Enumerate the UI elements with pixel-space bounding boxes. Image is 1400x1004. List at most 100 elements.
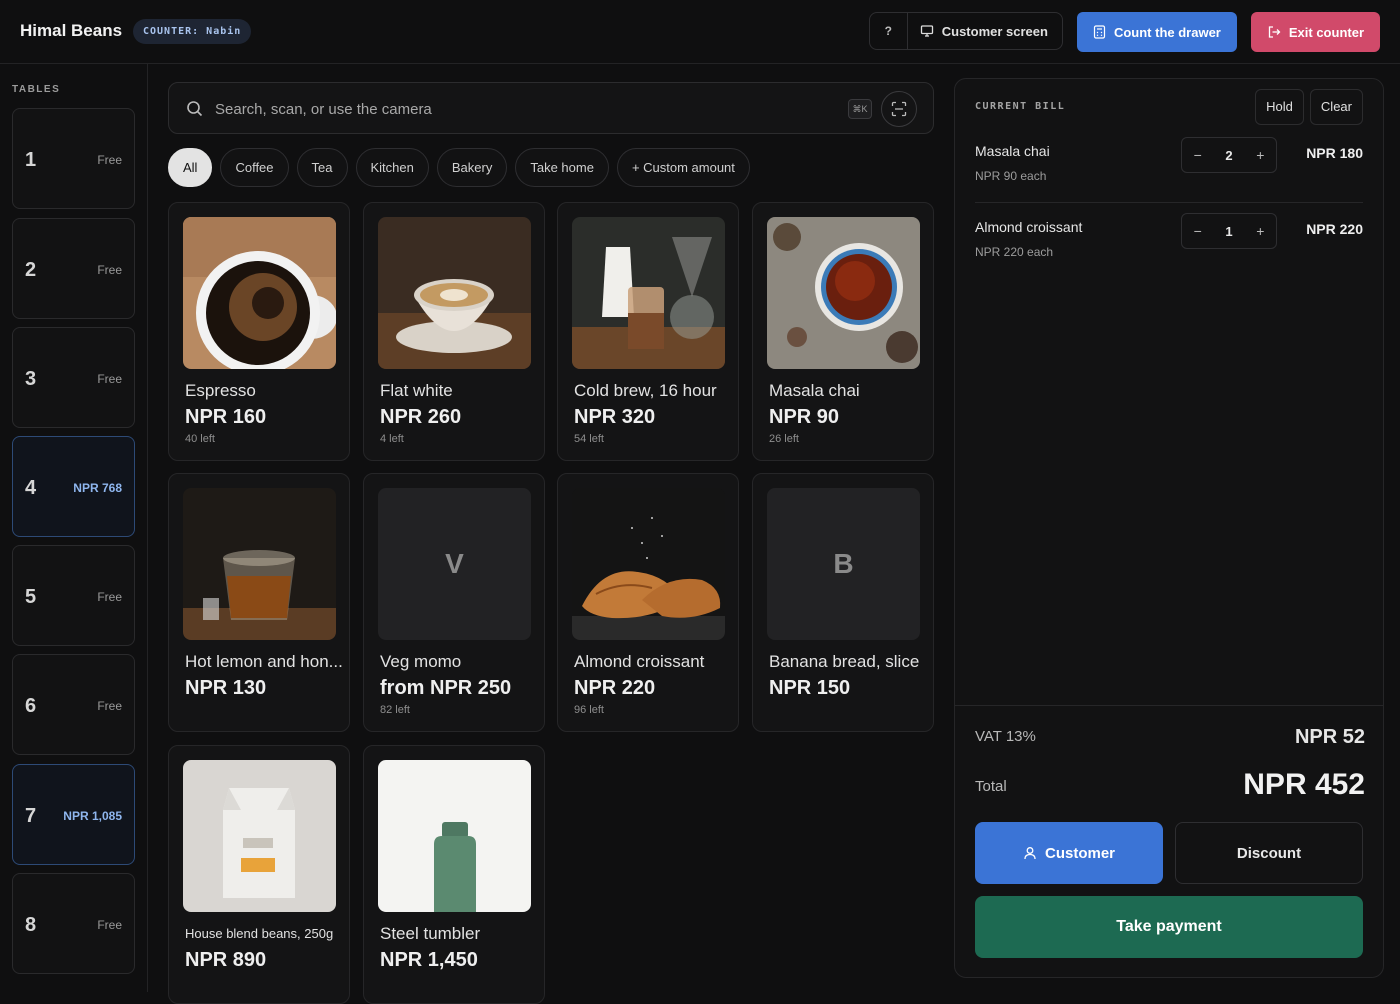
table-number: 5 xyxy=(25,586,37,608)
table-status: Free xyxy=(97,699,122,713)
product-price: NPR 90 xyxy=(769,406,840,428)
catalog-area: ⌘K All Coffee Tea Kitchen Bakery Take ho… xyxy=(168,82,934,1004)
search-icon xyxy=(187,101,203,117)
product-card-banana-bread[interactable]: B Banana bread, slice NPR 150 xyxy=(752,473,934,732)
product-card-masala-chai[interactable]: Masala chai NPR 90 26 left xyxy=(752,202,934,461)
product-placeholder: V xyxy=(378,488,531,640)
product-stock: 4 left xyxy=(380,433,404,445)
top-actions: ? Customer screen Count the drawer Exit … xyxy=(868,12,1380,52)
counter-badge: COUNTER: Nabin xyxy=(133,19,252,44)
bill-title: CURRENT BILL xyxy=(975,101,1066,112)
product-card-cold-brew[interactable]: Cold brew, 16 hour NPR 320 54 left xyxy=(557,202,739,461)
product-image xyxy=(183,217,336,369)
table-card-3[interactable]: 3 Free xyxy=(12,327,135,428)
customer-screen-label: Customer screen xyxy=(941,23,1048,39)
product-card-flat-white[interactable]: Flat white NPR 260 4 left xyxy=(363,202,545,461)
product-card-espresso[interactable]: Espresso NPR 160 40 left xyxy=(168,202,350,461)
decrement-button[interactable]: − xyxy=(1182,223,1213,239)
chip-kitchen[interactable]: Kitchen xyxy=(355,148,429,187)
table-card-2[interactable]: 2 Free xyxy=(12,218,135,319)
table-status: Free xyxy=(97,372,122,386)
product-stock: 82 left xyxy=(380,704,410,716)
chip-bakery[interactable]: Bakery xyxy=(436,148,508,187)
product-image xyxy=(378,760,531,912)
table-number: 7 xyxy=(25,805,37,827)
table-number: 3 xyxy=(25,368,37,390)
customer-label: Customer xyxy=(1044,844,1115,862)
table-number: 8 xyxy=(25,914,37,936)
product-image xyxy=(572,488,725,640)
table-status: Free xyxy=(97,263,122,277)
count-drawer-button[interactable]: Count the drawer xyxy=(1076,12,1237,52)
product-name: Banana bread, slice xyxy=(769,652,920,671)
table-status: NPR 1,085 xyxy=(63,809,122,823)
total-label: Total xyxy=(975,778,1007,795)
quantity-stepper: − 1 + xyxy=(1181,213,1277,249)
product-name: Masala chai xyxy=(769,381,860,400)
tables-title: TABLES xyxy=(12,84,61,95)
product-image xyxy=(767,217,920,369)
hold-button[interactable]: Hold xyxy=(1255,89,1304,125)
table-card-7[interactable]: 7 NPR 1,085 xyxy=(12,764,135,865)
table-card-5[interactable]: 5 Free xyxy=(12,545,135,646)
product-image xyxy=(183,488,336,640)
bill-line-item: Masala chai NPR 90 each − 2 + NPR 180 xyxy=(975,137,1363,219)
product-price: NPR 220 xyxy=(574,677,656,699)
shortcut-hint: ⌘K xyxy=(848,99,872,119)
product-image xyxy=(183,760,336,912)
table-status: Free xyxy=(97,153,122,167)
product-placeholder: B xyxy=(767,488,920,640)
product-card-steel-tumbler[interactable]: Steel tumbler NPR 1,450 xyxy=(363,745,545,1004)
product-price: NPR 130 xyxy=(185,677,267,699)
product-card-veg-momo[interactable]: V Veg momo from NPR 250 82 left xyxy=(363,473,545,732)
product-card-house-blend[interactable]: House blend beans, 250g NPR 890 xyxy=(168,745,350,1004)
exit-counter-button[interactable]: Exit counter xyxy=(1250,12,1380,52)
divider xyxy=(975,202,1363,203)
current-bill-panel: CURRENT BILL Hold Clear Masala chai NPR … xyxy=(954,78,1384,978)
customer-screen-button[interactable]: Customer screen xyxy=(908,13,1062,49)
scan-button[interactable] xyxy=(881,91,917,127)
chip-coffee[interactable]: Coffee xyxy=(220,148,289,187)
table-status: Free xyxy=(97,918,122,932)
table-status: Free xyxy=(97,590,122,604)
product-card-hot-lemon[interactable]: Hot lemon and hon... NPR 130 xyxy=(168,473,350,732)
user-icon xyxy=(1024,847,1036,860)
chip-take-home[interactable]: Take home xyxy=(515,148,609,187)
discount-button[interactable]: Discount xyxy=(1175,822,1363,884)
product-name: Flat white xyxy=(380,381,453,400)
chip-custom-amount[interactable]: + Custom amount xyxy=(616,148,750,187)
chip-tea[interactable]: Tea xyxy=(296,148,348,187)
clear-button[interactable]: Clear xyxy=(1309,89,1363,125)
table-number: 1 xyxy=(25,149,37,171)
product-name: Hot lemon and hon... xyxy=(185,652,343,671)
table-number: 2 xyxy=(25,259,37,281)
help-button[interactable]: ? xyxy=(870,13,908,49)
table-card-6[interactable]: 6 Free xyxy=(12,654,135,755)
quantity-value: 2 xyxy=(1225,147,1233,163)
category-chips: All Coffee Tea Kitchen Bakery Take home … xyxy=(168,148,750,187)
table-number: 6 xyxy=(25,695,37,717)
product-name: Steel tumbler xyxy=(380,924,481,943)
table-number: 4 xyxy=(25,477,37,499)
total-value: NPR 452 xyxy=(1243,768,1365,801)
customer-button[interactable]: Customer xyxy=(975,822,1163,884)
product-stock: 96 left xyxy=(574,704,604,716)
search-input[interactable] xyxy=(215,97,835,121)
product-name: House blend beans, 250g xyxy=(185,926,334,941)
product-price: NPR 260 xyxy=(380,406,462,428)
increment-button[interactable]: + xyxy=(1245,223,1276,239)
product-name: Espresso xyxy=(185,381,256,400)
count-drawer-label: Count the drawer xyxy=(1113,24,1221,40)
increment-button[interactable]: + xyxy=(1245,147,1276,163)
brand-name: Himal Beans xyxy=(20,21,123,40)
decrement-button[interactable]: − xyxy=(1182,147,1213,163)
take-payment-button[interactable]: Take payment xyxy=(975,896,1363,958)
table-card-4[interactable]: 4 NPR 768 xyxy=(12,436,135,537)
quantity-stepper: − 2 + xyxy=(1181,137,1277,173)
table-card-8[interactable]: 8 Free xyxy=(12,873,135,974)
product-card-almond-croissant[interactable]: Almond croissant NPR 220 96 left xyxy=(557,473,739,732)
product-price: NPR 320 xyxy=(574,406,656,428)
table-card-1[interactable]: 1 Free xyxy=(12,108,135,209)
product-name: Almond croissant xyxy=(574,652,705,671)
chip-all[interactable]: All xyxy=(168,148,213,187)
